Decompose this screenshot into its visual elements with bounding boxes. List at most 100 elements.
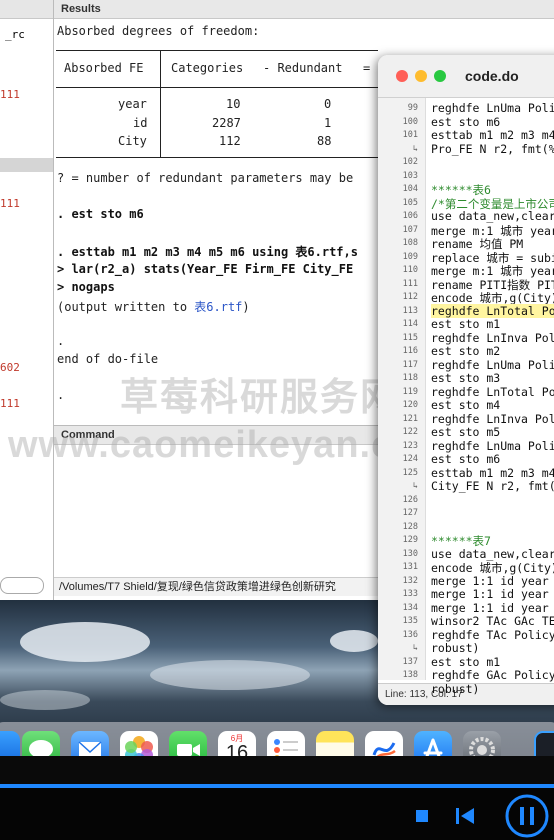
- line-number: 100: [402, 116, 418, 127]
- line-number: 123: [402, 440, 418, 451]
- variable-value[interactable]: 111: [0, 197, 20, 210]
- messages-icon[interactable]: [22, 731, 60, 756]
- calendar-icon[interactable]: 6月 16: [218, 731, 256, 756]
- line-number: 99: [407, 103, 418, 113]
- code-line: est sto m6: [431, 452, 501, 466]
- code-line: merge 1:1 id year: [431, 573, 549, 588]
- command-echo: > lar(r2_a) stats(Year_FE Firm_FE City_F…: [57, 262, 354, 276]
- variable-value[interactable]: 602: [0, 361, 20, 374]
- video-player-controls: [0, 788, 554, 840]
- editor-titlebar[interactable]: code.do: [378, 55, 554, 98]
- col-absorbed-fe: Absorbed FE: [64, 61, 144, 75]
- facetime-icon[interactable]: [169, 731, 207, 756]
- code-line: merge 1:1 id year: [431, 600, 549, 615]
- line-number: 127: [402, 508, 418, 518]
- command-echo: . esttab m1 m2 m3 m4 m5 m6 using 表6.rtf,…: [57, 245, 358, 259]
- code-line: winsor2 TAc GAc TE: [431, 614, 554, 628]
- line-number: 130: [402, 548, 418, 559]
- line-number: 106: [402, 211, 418, 221]
- line-number: 132: [402, 575, 418, 586]
- finder-icon[interactable]: [0, 731, 20, 756]
- code-line: reghdfe GAc Policy: [431, 668, 554, 682]
- code-line: reghdfe LnTotal Po: [431, 384, 554, 399]
- prompt-dot: .: [57, 334, 65, 348]
- notes-icon[interactable]: [316, 731, 354, 756]
- wallpaper-snow: [330, 630, 378, 652]
- line-number: 114: [402, 319, 418, 329]
- code-line: reghdfe LnUma Poli: [431, 357, 554, 372]
- stata-app-icon[interactable]: [534, 731, 554, 756]
- line-number: 122: [402, 427, 418, 437]
- line-number: 128: [402, 521, 418, 532]
- code-line: merge 1:1 id year: [431, 587, 549, 601]
- command-echo: > nogaps: [57, 280, 115, 294]
- col-equals: =: [363, 61, 371, 75]
- output-file-link[interactable]: 表6.rtf: [194, 300, 242, 314]
- mail-icon[interactable]: [71, 731, 109, 756]
- absorbed-heading: Absorbed degrees of freedom:: [57, 24, 260, 38]
- line-number: 115: [402, 332, 418, 343]
- line-number: 133: [402, 589, 418, 599]
- variable-value[interactable]: 111: [0, 397, 20, 410]
- code-line: use data_new,clear: [431, 546, 554, 561]
- code-line: est sto m2: [431, 344, 501, 358]
- fe-row-name: City: [118, 134, 147, 148]
- wallpaper-snow: [150, 660, 310, 690]
- code-line: reghdfe LnUma Poli: [431, 101, 554, 115]
- photos-icon[interactable]: [120, 731, 158, 756]
- zoom-button[interactable]: [434, 70, 446, 82]
- freeform-icon[interactable]: [365, 731, 403, 756]
- line-number: 117: [402, 359, 418, 370]
- minimize-button[interactable]: [415, 70, 427, 82]
- variables-column-label: _rc: [5, 28, 25, 41]
- line-number-gutter: 99 100 101 ↳ 102 103 104 105 106 107 108 109 110 111 1…: [378, 98, 426, 694]
- wallpaper-snow: [0, 690, 90, 710]
- line-number: 124: [402, 454, 418, 464]
- code-line: City_FE N r2, fmt(: [431, 479, 554, 493]
- prompt-dot: .: [57, 388, 65, 402]
- results-title: Results: [54, 0, 554, 19]
- code-line: reghdfe TAc Policy: [431, 627, 554, 642]
- col-categories: Categories: [171, 61, 244, 75]
- app-store-icon[interactable]: [414, 731, 452, 756]
- pause-icon[interactable]: [505, 794, 549, 838]
- line-number: 125: [402, 467, 418, 478]
- system-settings-icon[interactable]: [463, 731, 501, 756]
- line-number: ↳: [412, 143, 418, 154]
- line-number: 121: [402, 413, 418, 424]
- line-number: 136: [402, 629, 418, 640]
- end-of-do-file: end of do-file: [57, 352, 159, 366]
- line-number: 129: [402, 535, 418, 545]
- line-number: 104: [402, 184, 418, 194]
- line-number: 120: [402, 400, 418, 410]
- code-line: est sto m1: [431, 654, 501, 669]
- line-number: 116: [402, 346, 418, 356]
- variables-search-field[interactable]: [0, 577, 44, 594]
- close-button[interactable]: [396, 70, 408, 82]
- selected-row[interactable]: [0, 158, 53, 172]
- previous-icon[interactable]: [456, 808, 476, 824]
- line-number: ↳: [412, 643, 418, 653]
- code-line: est sto m4: [431, 398, 501, 412]
- code-line: esttab m1 m2 m3 m4: [431, 465, 554, 480]
- line-number: 131: [402, 562, 418, 572]
- line-number: 110: [402, 265, 418, 275]
- fe-row-categories: 10: [226, 97, 241, 111]
- line-number: 112: [402, 292, 418, 302]
- stop-icon[interactable]: [416, 810, 428, 822]
- code-line: est sto m6: [431, 114, 501, 129]
- line-number: 137: [402, 656, 418, 667]
- line-number: 138: [402, 670, 418, 680]
- output-written-line: (output written to 表6.rtf): [57, 298, 250, 315]
- col-redundant: - Redundant: [263, 61, 343, 75]
- line-number: 107: [402, 224, 418, 235]
- reminders-icon[interactable]: [267, 731, 305, 756]
- fe-row-redundant: 0: [324, 97, 332, 111]
- line-number: 111: [402, 278, 418, 289]
- code-line: Pro_FE N r2, fmt(%: [431, 141, 554, 156]
- code-line: robust): [431, 641, 480, 655]
- line-number: 108: [402, 238, 418, 248]
- variable-value[interactable]: 111: [0, 88, 20, 101]
- fe-row-name: id: [133, 116, 148, 130]
- table-separator: [160, 50, 161, 157]
